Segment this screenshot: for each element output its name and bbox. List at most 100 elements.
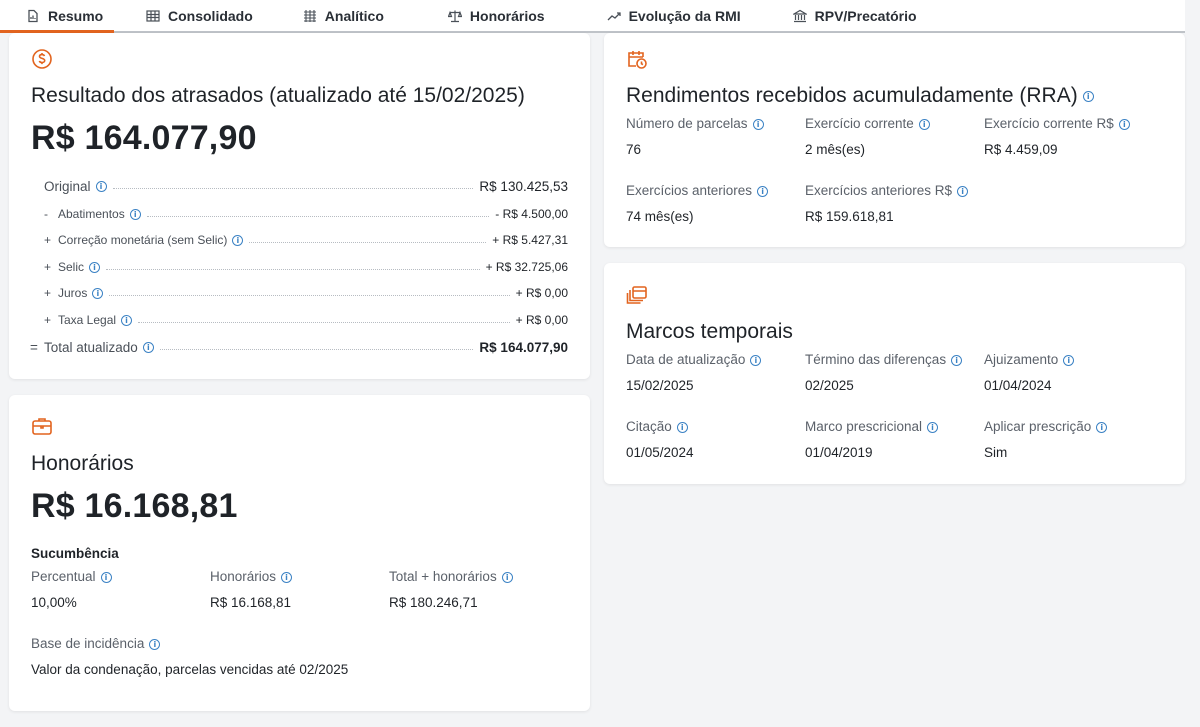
info-icon[interactable]: i xyxy=(232,234,244,246)
row-label: Total atualizado xyxy=(44,340,138,355)
info-icon[interactable]: i xyxy=(1082,90,1094,102)
field-exercicio-corrente-rs-value: R$ 4.459,09 xyxy=(984,142,1058,157)
field-termino-diferencas-label: Término das diferenças i xyxy=(805,352,963,367)
tab-analitico[interactable]: Analítico xyxy=(289,0,398,31)
info-icon[interactable]: i xyxy=(752,118,764,130)
field-marco-prescricional-value: 01/04/2019 xyxy=(805,445,873,460)
field-aplicar-prescricao-label: Aplicar prescrição i xyxy=(984,419,1108,434)
field-data-atualizacao-label: Data de atualização i xyxy=(626,352,762,367)
atrasados-card: Resultado dos atrasados (atualizado até … xyxy=(9,33,590,379)
info-icon[interactable]: i xyxy=(750,354,762,366)
field-aplicar-prescricao-value: Sim xyxy=(984,445,1008,460)
field-exercicios-anteriores-value: 74 mês(es) xyxy=(626,209,694,224)
field-exercicios-anteriores-rs-value: R$ 159.618,81 xyxy=(805,209,894,224)
field-citacao-value: 01/05/2024 xyxy=(626,445,694,460)
info-icon[interactable]: i xyxy=(918,118,930,130)
row-value: + R$ 32.725,06 xyxy=(485,260,568,274)
field-numero-parcelas-label: Número de parcelas i xyxy=(626,116,764,131)
rra-card: Rendimentos recebidos acumuladamente (RR… xyxy=(604,33,1185,247)
field-total-honorarios-label: Total + honorários i xyxy=(389,569,513,584)
field-data-atualizacao-value: 15/02/2025 xyxy=(626,378,694,393)
row-label: Abatimentos xyxy=(58,207,125,221)
info-icon[interactable]: i xyxy=(676,421,688,433)
field-ajuizamento-value: 01/04/2024 xyxy=(984,378,1052,393)
atrasados-title: Resultado dos atrasados (atualizado até … xyxy=(31,84,525,107)
document-chart-icon xyxy=(26,9,40,23)
tab-consolidado[interactable]: Consolidado xyxy=(132,0,267,31)
row-label: Correção monetária (sem Selic) xyxy=(58,233,228,247)
tab-label: Consolidado xyxy=(168,7,253,24)
tab-label: RPV/Precatório xyxy=(814,7,917,24)
row-value: R$ 130.425,53 xyxy=(479,179,568,194)
row-abatimentos: - Abatimentos i - R$ 4.500,00 xyxy=(44,207,568,221)
info-icon[interactable]: i xyxy=(281,571,293,583)
tab-evolucao-rmi[interactable]: Evolução da RMI xyxy=(593,0,755,31)
table-icon xyxy=(146,9,160,23)
field-base-incidencia-value: Valor da condenação, parcelas vencidas a… xyxy=(31,662,349,677)
info-icon[interactable]: i xyxy=(1096,421,1108,433)
field-honorarios-value: R$ 16.168,81 xyxy=(210,595,292,610)
tab-honorarios[interactable]: Honorários xyxy=(434,0,559,31)
info-icon[interactable]: i xyxy=(95,181,107,192)
marcos-title: Marcos temporais xyxy=(626,320,793,343)
row-correcao-monetaria: + Correção monetária (sem Selic) i + R$ 5… xyxy=(44,233,568,247)
layers-icon xyxy=(626,284,648,306)
trend-icon xyxy=(607,9,621,23)
tab-label: Resumo xyxy=(48,7,104,24)
tab-label: Honorários xyxy=(469,7,545,24)
tab-bar: Resumo Consolidado Analítico Honorários … xyxy=(0,0,1185,33)
row-total-atualizado: = Total atualizado i R$ 164.077,90 xyxy=(30,340,568,355)
info-icon[interactable]: i xyxy=(92,287,104,299)
info-icon[interactable]: i xyxy=(501,571,513,583)
info-icon[interactable]: i xyxy=(957,185,969,197)
field-citacao-label: Citação i xyxy=(626,419,688,434)
grid-icon xyxy=(303,9,317,23)
field-termino-diferencas-value: 02/2025 xyxy=(805,378,854,393)
info-icon[interactable]: i xyxy=(1063,354,1075,366)
row-value: R$ 164.077,90 xyxy=(479,340,568,355)
row-label: Original xyxy=(44,179,91,194)
scale-icon xyxy=(447,9,462,23)
honorarios-amount: R$ 16.168,81 xyxy=(31,487,238,525)
row-label: Selic xyxy=(58,260,85,274)
calendar-clock-icon xyxy=(626,48,648,70)
sucumbencia-heading: Sucumbência xyxy=(31,546,119,561)
rra-title: Rendimentos recebidos acumuladamente (RR… xyxy=(626,84,1094,108)
field-numero-parcelas-value: 76 xyxy=(626,142,642,157)
row-value: - R$ 4.500,00 xyxy=(495,207,568,221)
row-label: Taxa Legal xyxy=(58,313,117,327)
info-icon[interactable]: i xyxy=(927,421,939,433)
briefcase-icon xyxy=(31,415,53,437)
row-value: + R$ 0,00 xyxy=(515,286,568,300)
info-icon[interactable]: i xyxy=(142,342,154,353)
field-exercicios-anteriores-label: Exercícios anteriores i xyxy=(626,183,769,198)
marcos-card: Marcos temporais Data de atualização i 15… xyxy=(604,263,1185,484)
field-honorarios-label: Honorários i xyxy=(210,569,293,584)
row-selic: + Selic i + R$ 32.725,06 xyxy=(44,260,568,274)
field-total-honorarios-value: R$ 180.246,71 xyxy=(389,595,478,610)
info-icon[interactable]: i xyxy=(129,208,141,220)
field-percentual-value: 10,00% xyxy=(31,595,77,610)
tab-resumo[interactable]: Resumo xyxy=(0,0,114,33)
atrasados-amount: R$ 164.077,90 xyxy=(31,119,257,157)
row-value: + R$ 5.427,31 xyxy=(492,233,568,247)
field-percentual-label: Percentual i xyxy=(31,569,112,584)
info-icon[interactable]: i xyxy=(121,314,133,326)
field-exercicio-corrente-value: 2 mês(es) xyxy=(805,142,866,157)
bank-icon xyxy=(792,9,807,23)
field-ajuizamento-label: Ajuizamento i xyxy=(984,352,1075,367)
info-icon[interactable]: i xyxy=(757,185,769,197)
honorarios-card: Honorários R$ 16.168,81 Sucumbência Perc… xyxy=(9,395,590,711)
field-exercicio-corrente-label: Exercício corrente i xyxy=(805,116,930,131)
info-icon[interactable]: i xyxy=(149,638,161,650)
row-taxa-legal: + Taxa Legal i + R$ 0,00 xyxy=(44,313,568,327)
info-icon[interactable]: i xyxy=(89,261,101,273)
info-icon[interactable]: i xyxy=(1118,118,1130,130)
field-marco-prescricional-label: Marco prescricional i xyxy=(805,419,939,434)
info-icon[interactable]: i xyxy=(951,354,963,366)
info-icon[interactable]: i xyxy=(100,571,112,583)
tab-label: Analítico xyxy=(324,7,384,24)
field-base-incidencia-label: Base de incidência i xyxy=(31,636,161,651)
row-juros: + Juros i + R$ 0,00 xyxy=(44,286,568,300)
tab-rpv-precatorio[interactable]: RPV/Precatório xyxy=(779,0,931,31)
